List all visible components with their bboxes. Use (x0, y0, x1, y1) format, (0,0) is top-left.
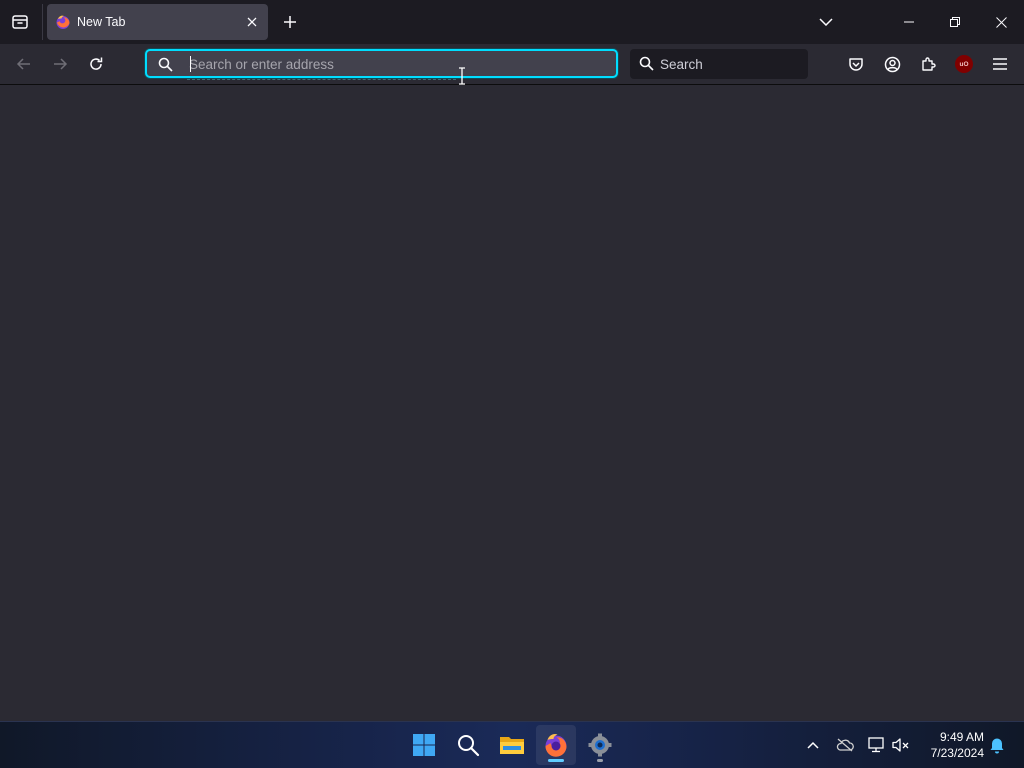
active-app-indicator (548, 759, 564, 762)
text-caret (190, 56, 191, 72)
minimize-icon (904, 21, 914, 23)
forward-arrow-icon (54, 58, 68, 70)
back-button[interactable] (8, 48, 40, 80)
focus-underline (187, 79, 456, 80)
hamburger-menu-icon (993, 58, 1007, 70)
forward-button[interactable] (44, 48, 76, 80)
back-arrow-icon (16, 58, 30, 70)
search-icon (458, 735, 480, 757)
firefox-view-icon (12, 15, 28, 29)
account-icon (884, 56, 900, 72)
notifications-button[interactable] (986, 734, 1008, 756)
file-explorer-icon (500, 737, 524, 754)
firefox-icon (545, 734, 567, 757)
notification-bell-icon (990, 738, 1004, 754)
settings-button[interactable] (580, 725, 620, 765)
chevron-down-icon (819, 18, 833, 26)
firefox-taskbar-button[interactable] (536, 725, 576, 765)
tab-strip: New Tab (0, 0, 1024, 44)
firefox-view-button[interactable] (4, 6, 36, 38)
clock-time: 9:49 AM (939, 730, 984, 744)
tab-title: New Tab (77, 15, 126, 29)
application-menu-button[interactable] (984, 48, 1016, 80)
start-button[interactable] (404, 725, 444, 765)
firefox-icon (56, 15, 70, 29)
extensions-icon (922, 57, 936, 71)
close-window-button[interactable] (978, 0, 1024, 44)
list-all-tabs-button[interactable] (803, 0, 849, 44)
onedrive-button[interactable] (834, 734, 856, 756)
taskbar-search-button[interactable] (448, 725, 488, 765)
network-button[interactable] (866, 734, 888, 756)
ublock-origin-button[interactable]: uO (948, 48, 980, 80)
close-icon (995, 16, 1007, 28)
close-icon (247, 17, 257, 27)
search-input[interactable] (660, 53, 800, 75)
running-app-indicator (597, 759, 603, 762)
search-bar[interactable] (630, 49, 808, 79)
reload-button[interactable] (80, 48, 112, 80)
file-explorer-button[interactable] (492, 725, 532, 765)
plus-icon (284, 16, 296, 28)
reload-icon (90, 57, 103, 70)
tab-new-tab[interactable]: New Tab (47, 4, 268, 40)
search-icon (158, 57, 173, 72)
show-hidden-icons-button[interactable] (802, 734, 824, 756)
windows-start-icon (413, 734, 435, 756)
text-cursor-icon (459, 67, 465, 85)
clock-date: 7/23/2024 (930, 746, 984, 760)
address-input[interactable] (189, 53, 609, 75)
navigation-toolbar: uO (0, 44, 1024, 85)
chevron-up-icon (807, 741, 819, 749)
search-icon (639, 56, 654, 71)
volume-button[interactable] (890, 734, 912, 756)
network-icon (868, 737, 884, 753)
volume-muted-icon (892, 738, 909, 752)
close-tab-button[interactable] (242, 12, 262, 32)
pocket-icon (849, 58, 863, 71)
account-button[interactable] (876, 48, 908, 80)
extensions-button[interactable] (912, 48, 944, 80)
ublock-origin-icon: uO (955, 55, 973, 73)
pocket-button[interactable] (840, 48, 872, 80)
minimize-button[interactable] (886, 0, 932, 44)
restore-button[interactable] (932, 0, 978, 44)
address-bar[interactable] (145, 49, 618, 80)
ublock-badge-text: uO (959, 60, 969, 68)
page-content[interactable] (0, 85, 1024, 721)
restore-icon (950, 17, 960, 27)
new-tab-button[interactable] (274, 6, 306, 38)
onedrive-cloud-icon (836, 738, 854, 752)
windows-taskbar: 9:49 AM 7/23/2024 (0, 721, 1024, 768)
tab-strip-separator (42, 4, 43, 40)
settings-gear-icon (588, 733, 612, 757)
system-clock[interactable]: 9:49 AM 7/23/2024 (918, 729, 984, 761)
